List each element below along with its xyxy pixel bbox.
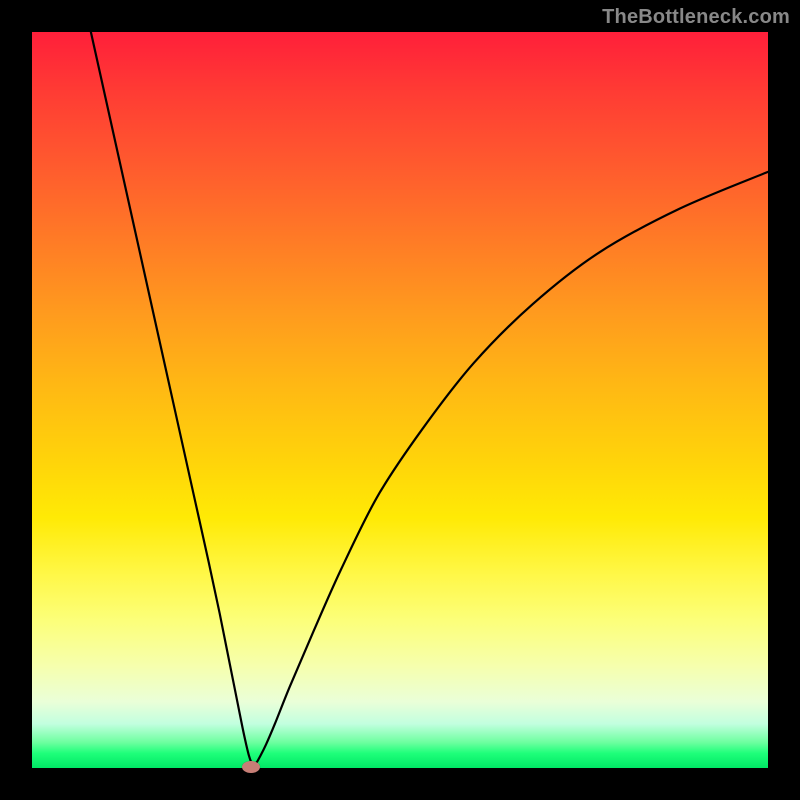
min-marker-icon (242, 761, 260, 773)
watermark-label: TheBottleneck.com (602, 6, 790, 29)
chart-frame: TheBottleneck.com (0, 0, 800, 800)
plot-area (32, 32, 768, 768)
